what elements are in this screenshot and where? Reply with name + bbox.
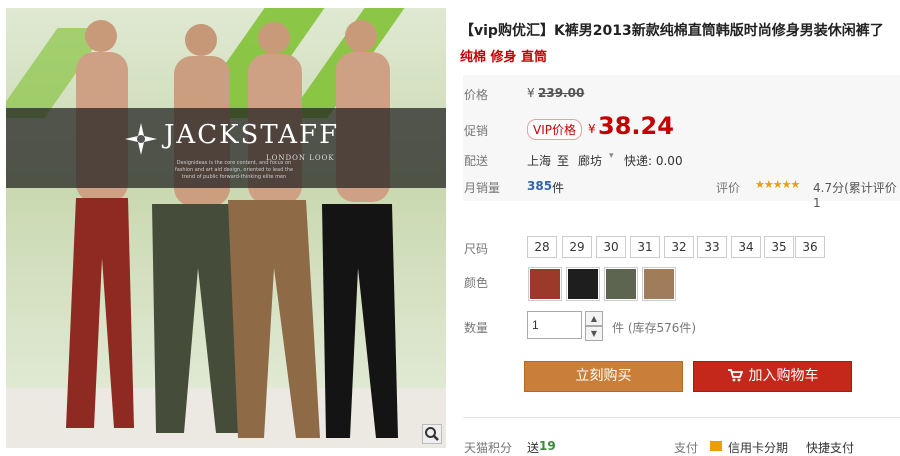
payment-label: 支付 <box>674 441 699 455</box>
size-label: 尺码 <box>464 242 489 256</box>
size-option[interactable]: 34 <box>731 236 761 258</box>
swatch-image <box>568 269 598 299</box>
product-subtitle: 纯棉 修身 直筒 <box>460 50 548 65</box>
promo-price-currency: ¥ <box>588 122 596 136</box>
color-swatch-khaki[interactable] <box>642 267 676 301</box>
buy-now-button[interactable]: 立刻购买 <box>524 361 683 392</box>
size-option[interactable]: 28 <box>527 236 557 258</box>
quick-pay[interactable]: 快捷支付 <box>806 439 854 456</box>
brand-logo-text: JACKSTAFF <box>164 120 340 150</box>
monthly-sales-unit: 件 <box>552 181 565 195</box>
monthly-sales-label: 月销量 <box>464 181 501 195</box>
add-to-cart-label: 加入购物车 <box>748 368 819 384</box>
quantity-increase-button[interactable]: ▲ <box>585 311 603 326</box>
quantity-input[interactable] <box>527 311 582 339</box>
stock-info: 件 (库存576件) <box>612 321 697 335</box>
review-label: 评价 <box>716 181 741 195</box>
color-label: 颜色 <box>464 276 489 290</box>
points-label: 天猫积分 <box>464 441 513 455</box>
size-option[interactable]: 32 <box>664 236 694 258</box>
express-fee: 快递: 0.00 <box>624 154 683 168</box>
original-price-currency: ¥ <box>527 86 535 100</box>
size-option[interactable]: 31 <box>630 236 660 258</box>
product-title: 【vip购优汇】K裤男2013新款纯棉直筒韩版时尚修身男装休闲裤了 <box>460 23 884 39</box>
product-image[interactable]: JACKSTAFF LONDON LOOK Designideas is the… <box>6 8 446 448</box>
chevron-down-icon[interactable]: ▾ <box>609 151 614 161</box>
payment-method[interactable]: 信用卡分期 <box>728 439 788 456</box>
rating-stars-icon: ★★★★★ <box>755 178 800 191</box>
quantity-label: 数量 <box>464 321 489 335</box>
size-option[interactable]: 36 <box>795 236 825 258</box>
zoom-button[interactable] <box>422 424 442 444</box>
promo-label: 促销 <box>464 124 489 138</box>
color-swatch-olive[interactable] <box>604 267 638 301</box>
magnifier-icon <box>425 427 439 441</box>
points-value: 19 <box>539 439 556 453</box>
brand-description: Designideas is the core content, and foc… <box>174 160 294 180</box>
divider <box>463 417 900 418</box>
review-score-link[interactable]: 4.7分(累计评价1 <box>813 179 900 210</box>
vip-price-tag: VIP价格 <box>527 119 582 140</box>
compass-logo-icon <box>125 123 157 155</box>
ship-from: 上海 <box>527 154 552 168</box>
size-option[interactable]: 30 <box>596 236 626 258</box>
add-to-cart-button[interactable]: 加入购物车 <box>693 361 852 392</box>
quantity-decrease-button[interactable]: ▼ <box>585 326 603 341</box>
promo-price: 38.24 <box>598 112 674 140</box>
size-option[interactable]: 33 <box>697 236 727 258</box>
points-prefix: 送 <box>527 441 540 455</box>
swatch-image <box>644 269 674 299</box>
price-label: 价格 <box>464 88 489 102</box>
color-swatch-black[interactable] <box>566 267 600 301</box>
cart-icon <box>727 369 743 382</box>
swatch-image <box>530 269 560 299</box>
swatch-image <box>606 269 636 299</box>
color-swatch-red[interactable] <box>528 267 562 301</box>
size-option[interactable]: 29 <box>562 236 592 258</box>
shipping-label: 配送 <box>464 154 489 168</box>
original-price: 239.00 <box>538 86 585 100</box>
ship-destination-select[interactable]: 廊坊 <box>578 152 602 169</box>
size-option[interactable]: 35 <box>764 236 794 258</box>
ship-to-word: 至 <box>557 154 570 168</box>
monthly-sales-count: 385 <box>527 179 553 193</box>
models-illustration <box>66 20 398 438</box>
